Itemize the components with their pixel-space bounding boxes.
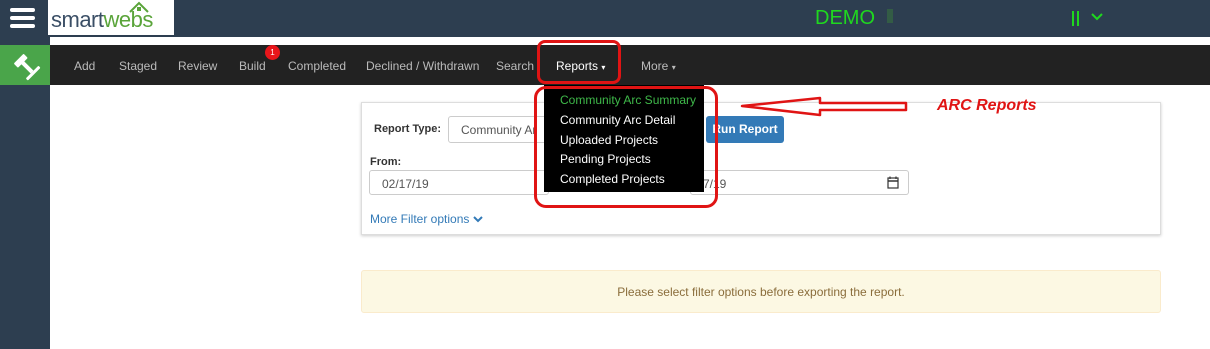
nav-completed[interactable]: Completed — [288, 59, 346, 73]
nav-add[interactable]: Add — [74, 59, 95, 73]
logo-wordmark: smartwebs — [51, 7, 153, 32]
chevron-down-icon — [473, 216, 483, 223]
report-type-select[interactable]: Community Ar — [448, 116, 548, 143]
annotation-arrow-icon — [740, 96, 908, 117]
calendar-icon — [887, 176, 899, 189]
nav-review[interactable]: Review — [178, 59, 217, 73]
dropdown-highlight-box — [534, 86, 718, 208]
report-type-label: Report Type: — [374, 123, 442, 135]
gavel-icon — [14, 54, 41, 81]
nav-search[interactable]: Search — [496, 59, 534, 73]
to-date-input[interactable]: 7/19 — [690, 170, 878, 195]
main-navbar — [50, 45, 1210, 85]
filter-warning-alert: Please select filter options before expo… — [361, 270, 1161, 313]
account-name[interactable]: DEMO — [815, 7, 875, 30]
nav-more[interactable]: More ▾ — [641, 59, 676, 73]
redacted-account-detail — [887, 9, 1082, 29]
nav-staged[interactable]: Staged — [119, 59, 157, 73]
more-filter-options-link[interactable]: More Filter options — [370, 212, 483, 226]
chevron-down-icon[interactable] — [1090, 9, 1104, 23]
reports-highlight-box — [537, 40, 621, 84]
menu-icon[interactable] — [10, 8, 35, 29]
caret-down-icon: ▾ — [671, 63, 676, 72]
gavel-nav-button[interactable] — [0, 45, 50, 85]
smartwebs-logo[interactable]: smartwebs — [48, 0, 174, 35]
nav-declined-withdrawn[interactable]: Declined / Withdrawn — [366, 59, 479, 73]
from-date-input[interactable]: 02/17/19 — [369, 170, 549, 195]
top-bar: smartwebs DEMO — [0, 0, 1210, 37]
calendar-button[interactable] — [877, 170, 909, 195]
arc-reports-annotation: ARC Reports — [937, 97, 1037, 114]
nav-build[interactable]: Build — [239, 59, 266, 73]
from-date-label: From: — [370, 156, 402, 168]
build-count-badge: 1 — [265, 45, 280, 60]
